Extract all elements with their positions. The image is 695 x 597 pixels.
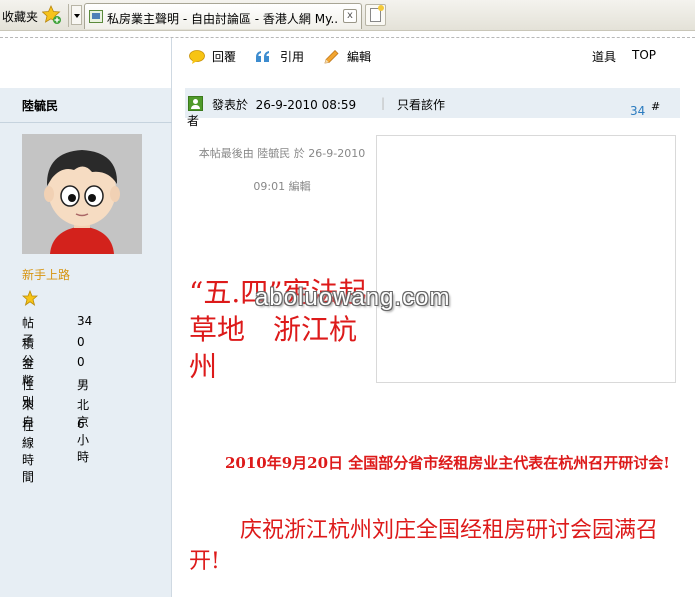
top-link[interactable]: TOP [632,48,656,62]
tab-list-dropdown-button[interactable] [71,5,82,25]
page-icon [89,10,103,23]
post-paragraph: 庆祝浙江杭州刘庄全国经租房研讨会园满召开! [189,518,659,574]
toolbar-separator [68,4,69,27]
stat-value: 6 小時 [77,416,90,464]
browser-toolbar: 收藏夹 私房業主聲明 - 自由討論區 - 香港人網 My... x [0,0,695,31]
reply-button[interactable]: 回覆 [212,48,236,65]
post-paragraph: 2010年9月20日 全国部分省市经租房业主代表在杭州召开研讨会! [225,454,670,472]
edit-button[interactable]: 編輯 [347,48,371,65]
browser-tab[interactable]: 私房業主聲明 - 自由討論區 - 香港人網 My... x [84,3,362,29]
new-tab-button[interactable] [365,4,386,26]
edit-note: 本帖最後由 陸毓民 於 26-9-2010 09:01 編輯 [198,147,366,193]
post-image-placeholder [376,135,676,383]
post-timestamp: 發表於 26-9-2010 08:59 [212,98,357,112]
online-user-icon [188,96,203,111]
avatar[interactable] [22,134,142,254]
quote-icon[interactable] [255,50,271,64]
stat-value: 0 [77,334,85,349]
only-author-link[interactable]: 只看該作 [397,96,445,113]
stat-value: 34 [77,314,93,328]
floor-number[interactable]: 34 [630,104,645,118]
floor-hash: # [651,100,661,113]
author-rank: 新手上路 [22,268,71,282]
stat-label: 在線時間 [22,418,35,484]
cartoon-avatar-icon [22,134,142,254]
tab-close-icon[interactable]: x [343,9,357,23]
favorites-label[interactable]: 收藏夹 [2,8,38,25]
rank-star-icon [22,290,38,306]
author-name[interactable]: 陸毓民 [22,97,58,114]
sidebar-top-spacer [0,38,172,88]
new-tab-icon [370,5,384,22]
tab-title: 私房業主聲明 - 自由討論區 - 香港人網 My... [107,12,337,26]
quote-button[interactable]: 引用 [280,48,304,65]
stat-value: 男 [77,377,90,392]
add-favorite-star-icon[interactable] [42,5,62,25]
divider [0,122,172,123]
stat-value: 0 [77,355,85,369]
only-author-link-wrap[interactable]: 者 [187,112,199,129]
edit-pencil-icon[interactable] [323,50,339,64]
separator: | [381,96,386,110]
watermark: aboluowang.com [255,284,451,311]
tools-link[interactable]: 道具 [592,48,616,65]
reply-icon[interactable] [189,50,205,64]
